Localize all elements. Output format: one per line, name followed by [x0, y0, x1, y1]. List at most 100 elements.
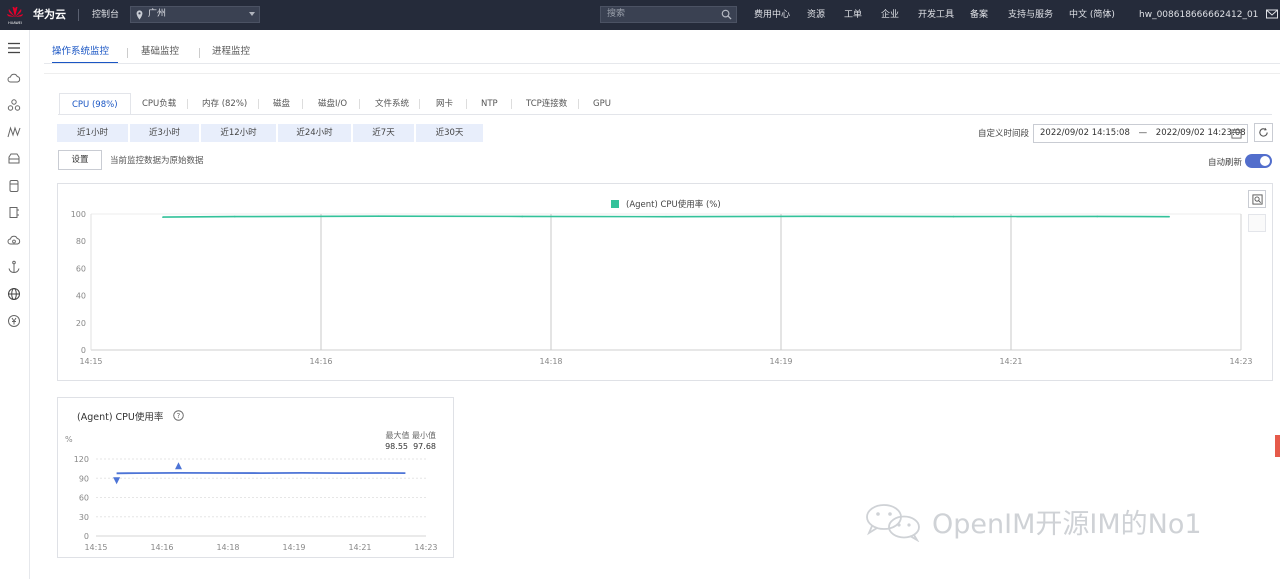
metric-tabs-underline	[58, 114, 1272, 115]
data-point	[233, 215, 236, 218]
tab-tcp-connections[interactable]: TCP连接数	[514, 93, 579, 115]
auto-refresh-label: 自动刷新	[1208, 158, 1243, 168]
y-tick-label: 100	[71, 210, 86, 219]
range-3h-button[interactable]: 近3小时	[130, 124, 199, 142]
refresh-button[interactable]	[1254, 123, 1273, 142]
y-tick-label: 40	[76, 292, 86, 301]
tab-basic-monitoring[interactable]: 基础监控	[141, 44, 179, 64]
service-sidebar	[0, 30, 30, 579]
tab-disk-io[interactable]: 磁盘I/O	[306, 93, 359, 115]
chevron-down-icon	[249, 12, 255, 16]
billing-center-link[interactable]: 费用中心	[754, 0, 790, 30]
x-tick-label: 14:21	[348, 543, 371, 552]
storage-icon[interactable]	[7, 152, 21, 166]
x-tick-label: 14:19	[769, 357, 792, 366]
location-pin-icon	[136, 10, 143, 20]
tabs-underline	[44, 63, 1280, 64]
cpu-usage-mini-chart-svg: 0 30 60 90 120 14:15 14:16 14:18 14:19 14:21 14:23	[74, 455, 438, 552]
data-point	[665, 215, 667, 218]
range-1h-button[interactable]: 近1小时	[57, 124, 128, 142]
cloud-icon[interactable]	[7, 71, 21, 85]
mail-icon[interactable]	[1266, 8, 1278, 20]
tickets-link[interactable]: 工单	[844, 0, 862, 30]
cpu-usage-chart: 0 20 40 60 80 100 14:15 14:16 14:18 14:19 14:21 14:…	[57, 183, 1273, 381]
legend-swatch	[611, 200, 619, 208]
tab-nic[interactable]: 网卡	[424, 93, 465, 115]
y-tick-label: 60	[76, 264, 86, 273]
cpu-usage-mini-chart: (Agent) CPU使用率 ? % 最大值 最小值 98.55 97.68 0…	[57, 397, 454, 558]
divider	[302, 99, 303, 109]
divider	[466, 99, 467, 109]
range-start-date: 2022/09/02 14:15:08	[1040, 128, 1130, 138]
data-point	[1096, 215, 1099, 218]
tab-os-monitoring[interactable]: 操作系统监控	[52, 44, 118, 64]
network-icon[interactable]	[7, 98, 21, 112]
range-24h-button[interactable]: 近24小时	[278, 124, 351, 142]
wechat-logo-icon	[866, 504, 920, 542]
toggle-knob	[1260, 156, 1270, 166]
language-selector[interactable]: 中文 (简体)	[1069, 0, 1115, 30]
tab-ntp[interactable]: NTP	[469, 93, 510, 115]
range-12h-button[interactable]: 近12小时	[201, 124, 276, 142]
globe-icon[interactable]	[7, 287, 21, 301]
dev-tools-link[interactable]: 开发工具	[918, 0, 954, 30]
y-tick-label: 120	[74, 455, 89, 464]
zoom-chart-button[interactable]	[1248, 190, 1266, 208]
calendar-icon[interactable]	[1231, 128, 1242, 139]
x-tick-label: 14:16	[309, 357, 332, 366]
search-input[interactable]: 搜索	[600, 6, 737, 23]
menu-icon[interactable]	[7, 41, 21, 55]
function-icon[interactable]	[7, 125, 21, 139]
tab-memory[interactable]: 内存 (82%)	[190, 93, 259, 115]
range-30d-button[interactable]: 近30天	[416, 124, 483, 142]
y-tick-label: 90	[79, 474, 89, 483]
zoom-reset-button[interactable]	[1248, 214, 1266, 232]
resources-link[interactable]: 资源	[807, 0, 825, 30]
tab-cpu[interactable]: CPU (98%)	[59, 93, 131, 115]
icp-filing-link[interactable]: 备案	[970, 0, 988, 30]
y-tick-label: 0	[81, 346, 86, 355]
cloud-service-icon[interactable]	[7, 233, 21, 247]
raw-data-note: 当前监控数据为原始数据	[110, 156, 204, 166]
settings-button[interactable]: 设置	[58, 150, 102, 170]
feedback-tab[interactable]	[1275, 435, 1280, 457]
refresh-icon	[1259, 127, 1268, 137]
date-range-picker[interactable]: 2022/09/02 14:15:08 — 2022/09/02 14:23:0…	[1033, 124, 1248, 143]
huawei-logo[interactable]: HUAWEI	[6, 4, 24, 26]
divider	[78, 9, 79, 21]
support-link[interactable]: 支持与服务	[1008, 0, 1053, 30]
auto-refresh-toggle[interactable]	[1245, 154, 1272, 168]
tab-filesystem[interactable]: 文件系统	[363, 93, 421, 115]
database-icon[interactable]	[7, 179, 21, 193]
top-navigation-bar: HUAWEI 华为云 控制台 广州 搜索 费用中心 资源 工单 企业 开发工具 …	[0, 0, 1280, 30]
divider	[511, 99, 512, 109]
brand-name[interactable]: 华为云	[33, 0, 66, 30]
anchor-icon[interactable]	[7, 260, 21, 274]
divider	[359, 99, 360, 109]
tab-disk[interactable]: 磁盘	[261, 93, 302, 115]
x-tick-label: 14:23	[1229, 357, 1252, 366]
divider	[199, 48, 200, 58]
data-point	[162, 216, 164, 218]
tab-process-monitoring[interactable]: 进程监控	[212, 44, 250, 64]
currency-icon[interactable]	[7, 314, 21, 328]
y-tick-label: 60	[79, 494, 89, 503]
y-tick-label: 20	[76, 319, 86, 328]
range-7d-button[interactable]: 近7天	[353, 124, 414, 142]
data-point	[521, 215, 524, 218]
min-marker-icon	[113, 477, 121, 485]
search-icon[interactable]	[721, 9, 732, 20]
server-icon[interactable]	[7, 206, 21, 220]
account-menu[interactable]: hw_008618666662412_01	[1139, 0, 1258, 30]
x-tick-label: 14:15	[79, 357, 102, 366]
enterprise-link[interactable]: 企业	[881, 0, 899, 30]
tab-gpu[interactable]: GPU	[581, 93, 623, 115]
region-selector[interactable]: 广州	[130, 6, 260, 23]
cpu-usage-chart-svg: 0 20 40 60 80 100 14:15 14:16 14:18 14:19 14:21 14:…	[71, 199, 1253, 366]
tab-cpu-load[interactable]: CPU负载	[130, 93, 188, 115]
divider	[127, 48, 128, 58]
console-link[interactable]: 控制台	[92, 0, 119, 30]
y-tick-label: 30	[79, 513, 89, 522]
y-tick-label: 80	[76, 237, 86, 246]
divider	[258, 99, 259, 109]
